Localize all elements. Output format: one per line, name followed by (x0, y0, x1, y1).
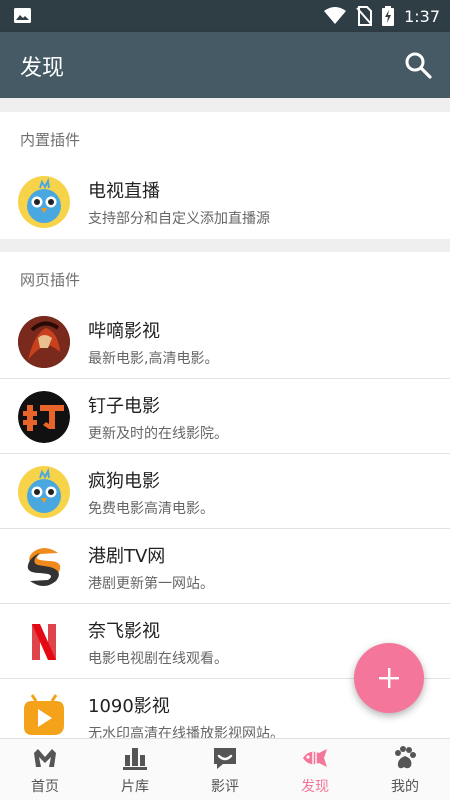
plugin-name: 钉子电影 (88, 396, 160, 417)
add-plugin-button[interactable] (354, 643, 424, 713)
bottom-nav: 首页 片库 影评 发现 我的 (0, 738, 450, 800)
nav-label: 首页 (31, 779, 59, 795)
fish-discover-icon (303, 749, 327, 767)
search-icon[interactable] (404, 51, 432, 79)
plugin-name: 电视直播 (88, 181, 160, 202)
plugin-name: 1090影视 (88, 696, 170, 717)
builtin-plugins-section: 内置插件 电视直播 支持部分和自定义添加直播源 (0, 112, 450, 239)
nav-label: 发现 (301, 779, 329, 795)
nav-item-review[interactable]: 影评 (180, 739, 270, 800)
bird-icon (18, 466, 70, 518)
no-sim-icon (356, 6, 373, 26)
plugin-description: 更新及时的在线影院。 (88, 426, 228, 442)
home-m-icon (34, 749, 56, 767)
plugin-description: 支持部分和自定义添加直播源 (88, 211, 270, 227)
status-bar: 1:37 (0, 0, 450, 32)
warrior-avatar-icon (18, 316, 70, 368)
list-item[interactable]: 港剧TV网 港剧更新第一网站。 (0, 529, 450, 604)
plugin-list: 内置插件 电视直播 支持部分和自定义添加直播源 网页插件 哔嘀影视 最新电影,高… (0, 98, 450, 738)
plugin-description: 最新电影,高清电影。 (88, 351, 219, 367)
app-bar: 发现 (0, 32, 450, 98)
list-item[interactable]: 电视直播 支持部分和自定义添加直播源 (0, 164, 450, 239)
wifi-icon (324, 7, 347, 24)
battery-charging-icon (382, 6, 395, 26)
plugin-name: 哔嘀影视 (88, 321, 160, 342)
section-header: 内置插件 (20, 131, 81, 149)
section-divider (0, 239, 450, 252)
nav-label: 片库 (121, 779, 149, 795)
library-icon (123, 748, 147, 770)
paw-icon (395, 746, 416, 769)
clock: 1:37 (404, 6, 440, 26)
ding-logo-icon (18, 391, 70, 443)
bird-icon (18, 176, 70, 228)
nav-label: 我的 (391, 779, 419, 795)
page-title: 发现 (20, 56, 65, 81)
plus-icon (379, 668, 399, 688)
plugin-description: 免费电影高清电影。 (88, 501, 214, 517)
nav-item-mine[interactable]: 我的 (360, 739, 450, 800)
plugin-description: 电影电视剧在线观看。 (88, 651, 228, 667)
review-icon (214, 748, 236, 769)
list-item[interactable]: 哔嘀影视 最新电影,高清电影。 (0, 304, 450, 379)
nav-label: 影评 (211, 779, 239, 795)
nav-item-library[interactable]: 片库 (90, 739, 180, 800)
nav-item-home[interactable]: 首页 (0, 739, 90, 800)
spacer (0, 98, 450, 112)
image-notification-icon (14, 8, 31, 23)
plugin-description: 无水印高清在线播放影视网站。 (88, 726, 284, 738)
plugin-name: 港剧TV网 (88, 546, 166, 567)
plugin-description: 港剧更新第一网站。 (88, 576, 214, 592)
netflix-n-icon (18, 616, 70, 668)
nav-item-discover[interactable]: 发现 (270, 739, 360, 800)
s-logo-icon (18, 541, 70, 593)
list-item[interactable]: 疯狗电影 免费电影高清电影。 (0, 454, 450, 529)
plugin-name: 疯狗电影 (88, 471, 160, 492)
section-header: 网页插件 (20, 271, 81, 289)
play-logo-icon (18, 691, 70, 738)
list-item[interactable]: 钉子电影 更新及时的在线影院。 (0, 379, 450, 454)
plugin-name: 奈飞影视 (88, 621, 160, 642)
